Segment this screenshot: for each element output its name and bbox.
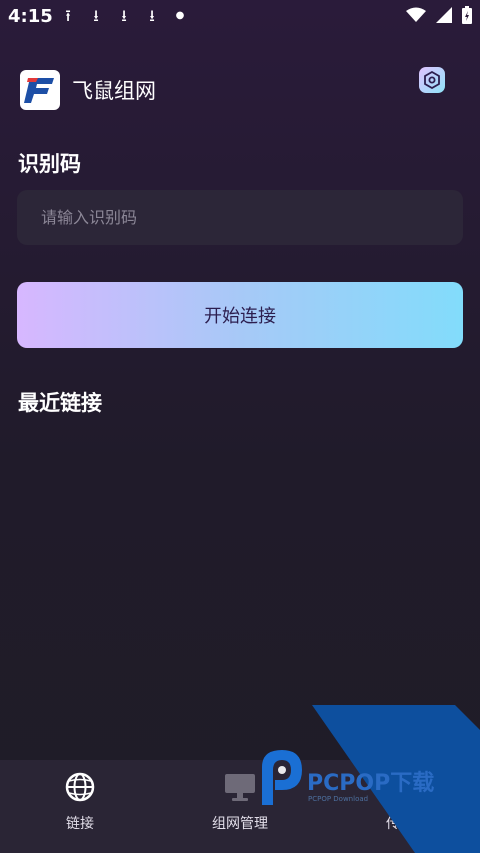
nav-label: 组网管理	[212, 816, 268, 832]
bottom-nav: 链接 组网管理 传输	[0, 760, 480, 853]
monitor-icon	[225, 774, 255, 801]
hexagon-settings-icon	[424, 71, 440, 89]
recent-links-title: 最近链接	[18, 391, 102, 415]
upload-icon: ⭱	[65, 6, 71, 25]
system-icons	[406, 6, 472, 24]
download-icon: ⭳	[121, 6, 127, 25]
signal-icon	[436, 7, 452, 23]
status-time: 4:15	[8, 6, 53, 27]
download-icon: ⭳	[93, 6, 99, 25]
globe-link-icon	[65, 772, 95, 802]
wifi-icon	[406, 7, 426, 22]
id-code-title: 识别码	[18, 152, 81, 176]
battery-icon	[462, 6, 472, 24]
nav-label: 传输	[386, 816, 414, 832]
more-notifications-icon: ●	[175, 10, 185, 21]
status-bar: 4:15 ⭱ ⭳ ⭳ ⭳ ●	[0, 0, 480, 34]
app-title: 飞鼠组网	[72, 79, 156, 103]
download-icon: ⭳	[149, 6, 155, 25]
settings-button[interactable]	[419, 67, 445, 93]
nav-item-network-manage[interactable]: 组网管理	[160, 760, 320, 853]
app-logo	[20, 70, 60, 110]
nav-label: 链接	[66, 816, 94, 832]
nav-item-transfer[interactable]: 传输	[320, 760, 480, 853]
nav-item-links[interactable]: 链接	[0, 760, 160, 853]
notification-icons: ⭱ ⭳ ⭳ ⭳ ●	[60, 7, 188, 25]
id-code-input[interactable]	[17, 190, 463, 245]
app-header: 飞鼠组网	[20, 70, 156, 110]
logo-f-icon	[24, 78, 54, 103]
start-connect-button[interactable]: 开始连接	[17, 282, 463, 348]
